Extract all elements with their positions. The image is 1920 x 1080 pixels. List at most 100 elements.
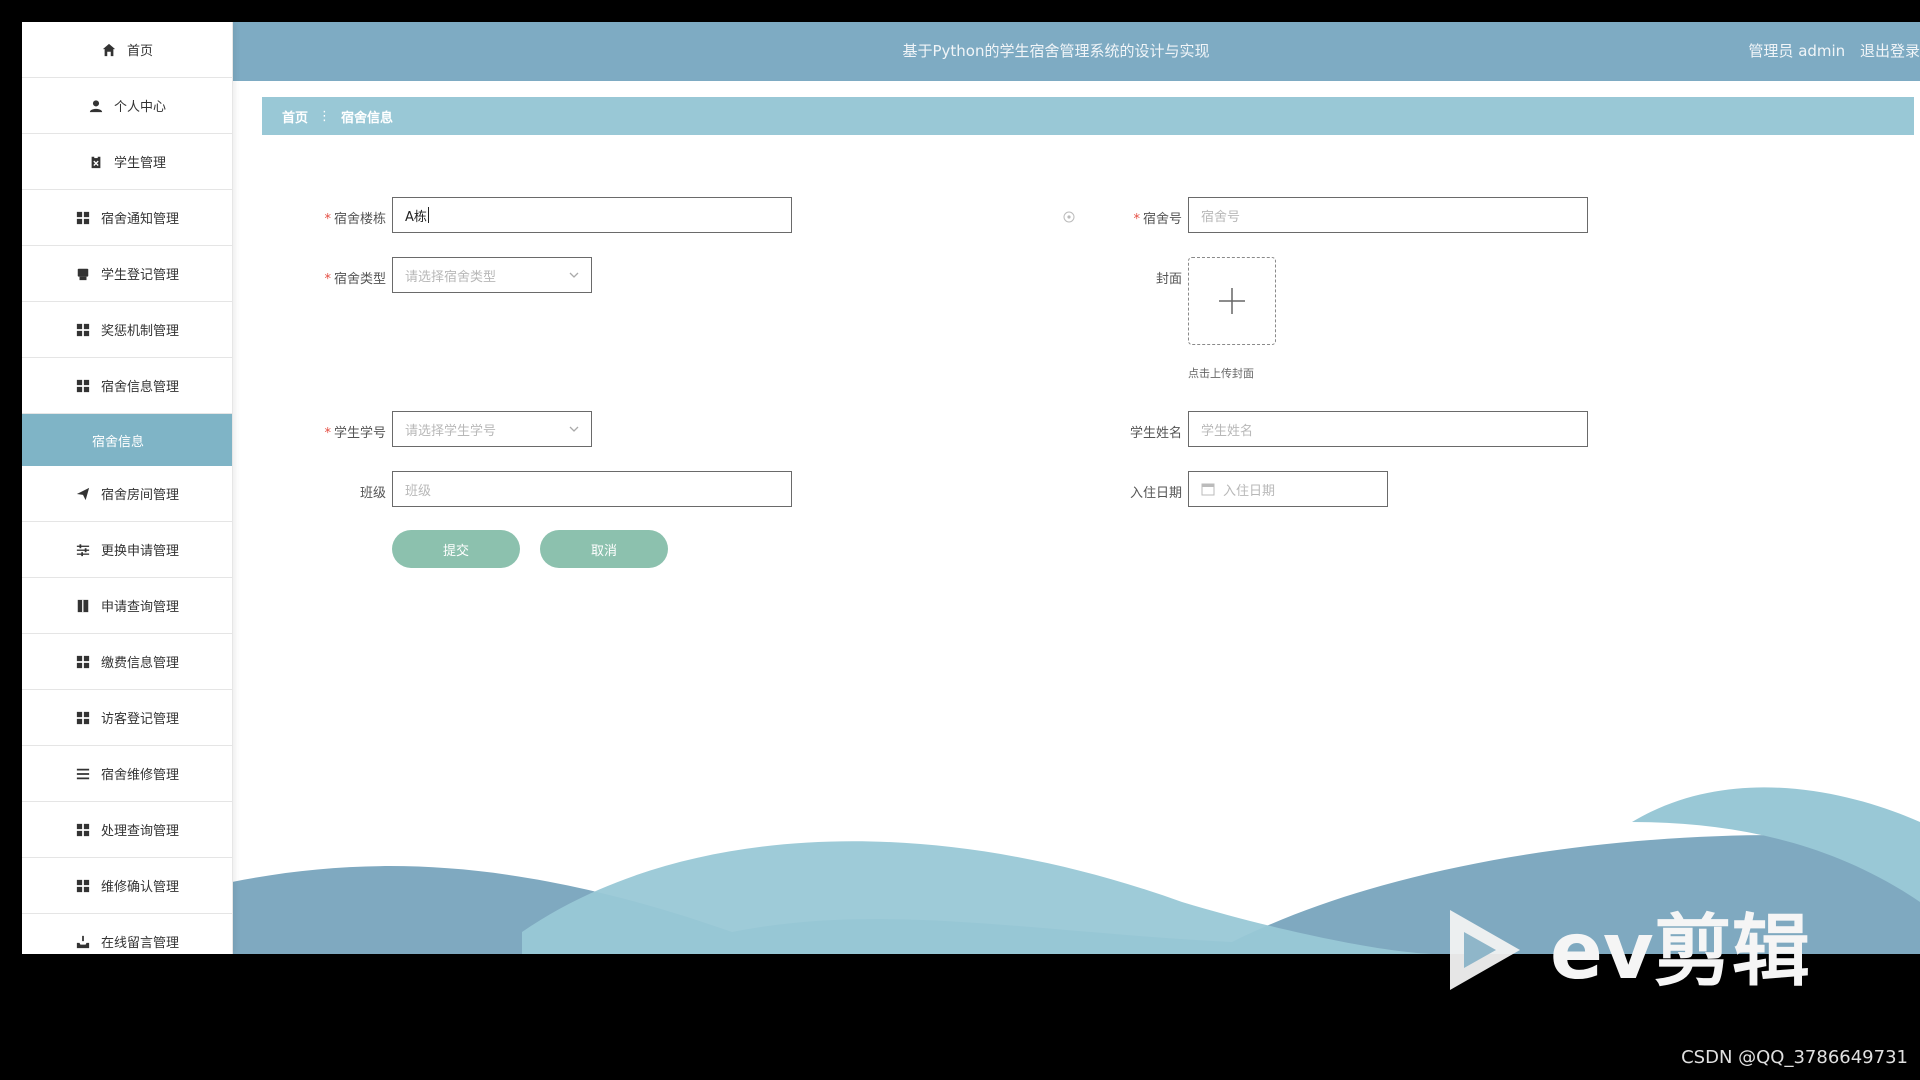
breadcrumb-home[interactable]: 首页 [282, 107, 308, 126]
checkin-date-placeholder: 入住日期 [1223, 483, 1276, 499]
cover-upload-tip: 点击上传封面 [1188, 367, 1254, 380]
cover-label-text: 封面 [1155, 272, 1182, 287]
sidebar: 首页 个人中心 学生管理 宿舍通知管理 学生登记管理 奖惩机制管理 宿舍信息管理… [22, 22, 233, 954]
student-name-placeholder: 学生姓名 [1201, 423, 1254, 439]
sidebar-item-label: 学生登记管理 [100, 268, 179, 283]
sidebar-item-visitors[interactable]: 访客登记管理 [22, 690, 232, 746]
student-name-label-text: 学生姓名 [1129, 426, 1182, 441]
cancel-button[interactable]: 取消 [540, 530, 668, 568]
room-no-placeholder: 宿舍号 [1201, 209, 1241, 225]
sidebar-item-label: 个人中心 [113, 100, 166, 115]
room-type-placeholder: 请选择宿舍类型 [405, 269, 497, 285]
sidebar-item-label: 宿舍信息管理 [100, 380, 179, 395]
sidebar-subitem-dorm-info[interactable]: 宿舍信息 [22, 414, 232, 466]
sidebar-item-processing-query[interactable]: 处理查询管理 [22, 802, 232, 858]
book-icon [75, 598, 91, 614]
sidebar-item-rewards[interactable]: 奖惩机制管理 [22, 302, 232, 358]
class-input[interactable]: 班级 [392, 471, 792, 507]
inbox-icon [75, 934, 91, 950]
sidebar-item-label: 宿舍信息 [91, 434, 144, 450]
room-type-label-text: 宿舍类型 [333, 272, 386, 287]
sidebar-item-label: 维修确认管理 [100, 880, 179, 895]
chevron-down-icon [569, 272, 579, 278]
student-id-label-text: 学生学号 [333, 426, 386, 441]
building-value: A栋 [405, 209, 427, 225]
sidebar-item-label: 更换申请管理 [100, 544, 179, 559]
sidebar-item-messages[interactable]: 在线留言管理 [22, 914, 232, 954]
student-name-input[interactable]: 学生姓名 [1188, 411, 1588, 447]
sidebar-item-label: 宿舍维修管理 [100, 768, 179, 783]
sidebar-item-label: 奖惩机制管理 [100, 324, 179, 339]
class-label: 班级 [266, 482, 386, 501]
breadcrumb-current: 宿舍信息 [341, 110, 394, 126]
sidebar-item-label: 访客登记管理 [100, 712, 179, 727]
sidebar-item-label: 宿舍房间管理 [100, 488, 179, 503]
class-label-text: 班级 [359, 486, 386, 501]
building-label: * 宿舍楼栋 [266, 208, 386, 227]
grid-icon [75, 654, 91, 670]
sidebar-item-request-query[interactable]: 申请查询管理 [22, 578, 232, 634]
sidebar-item-change-requests[interactable]: 更换申请管理 [22, 522, 232, 578]
student-id-label: * 学生学号 [266, 422, 386, 441]
student-id-select[interactable]: 请选择学生学号 [392, 411, 592, 447]
room-no-label-text: 宿舍号 [1142, 212, 1182, 227]
header-user-area: 管理员 admin 退出登录 [1738, 22, 1920, 81]
room-no-label: * 宿舍号 [1062, 208, 1182, 227]
checkin-date-label-text: 入住日期 [1129, 486, 1182, 501]
sidebar-item-registration[interactable]: 学生登记管理 [22, 246, 232, 302]
required-mark: * [324, 426, 331, 441]
sidebar-item-rooms[interactable]: 宿舍房间管理 [22, 466, 232, 522]
sidebar-item-label: 缴费信息管理 [100, 656, 179, 671]
sidebar-item-students[interactable]: 学生管理 [22, 134, 232, 190]
class-placeholder: 班级 [405, 483, 432, 499]
clipboard-icon [88, 154, 104, 170]
grid-icon [75, 210, 91, 226]
breadcrumb: 首页 ⋮ 宿舍信息 [262, 97, 1914, 135]
required-mark: * [1133, 212, 1140, 227]
checkin-date-label: 入住日期 [1062, 482, 1182, 501]
plus-icon [1219, 288, 1245, 314]
cover-label: 封面 [1062, 268, 1182, 287]
room-type-select[interactable]: 请选择宿舍类型 [392, 257, 592, 293]
sidebar-item-payments[interactable]: 缴费信息管理 [22, 634, 232, 690]
grid-icon [75, 322, 91, 338]
logout-link[interactable]: 退出登录 [1860, 42, 1920, 60]
chevron-down-icon [569, 426, 579, 432]
building-label-text: 宿舍楼栋 [333, 212, 386, 227]
checkin-date-input[interactable]: 入住日期 [1188, 471, 1388, 507]
admin-label: 管理员 admin [1748, 42, 1846, 60]
sidebar-item-profile[interactable]: 个人中心 [22, 78, 232, 134]
app-window: 首页 个人中心 学生管理 宿舍通知管理 学生登记管理 奖惩机制管理 宿舍信息管理… [22, 22, 1920, 954]
breadcrumb-separator: ⋮ [318, 108, 332, 124]
user-icon [88, 98, 104, 114]
sidebar-item-home[interactable]: 首页 [22, 22, 232, 78]
sidebar-item-dorm-info-mgmt[interactable]: 宿舍信息管理 [22, 358, 232, 414]
room-no-input[interactable]: 宿舍号 [1188, 197, 1588, 233]
home-icon [101, 42, 117, 58]
submit-button[interactable]: 提交 [392, 530, 520, 568]
cover-upload[interactable] [1188, 257, 1276, 345]
list-icon [75, 766, 91, 782]
sliders-icon [75, 542, 91, 558]
building-input[interactable]: A栋 [392, 197, 792, 233]
text-caret [427, 207, 429, 223]
sidebar-item-label: 学生管理 [113, 156, 166, 171]
sidebar-item-label: 处理查询管理 [100, 824, 179, 839]
watermark-text: ev剪辑 [1550, 907, 1810, 997]
student-name-label: 学生姓名 [1062, 422, 1182, 441]
grid-icon [75, 710, 91, 726]
required-mark: * [324, 272, 331, 287]
csdn-credit: CSDN @QQ_3786649731 [1681, 1047, 1908, 1068]
student-id-placeholder: 请选择学生学号 [405, 423, 497, 439]
grid-icon [75, 878, 91, 894]
calendar-icon [1201, 483, 1215, 496]
grid-icon [75, 822, 91, 838]
sidebar-item-repairs[interactable]: 宿舍维修管理 [22, 746, 232, 802]
sidebar-item-label: 在线留言管理 [100, 936, 179, 951]
sidebar-item-repair-confirm[interactable]: 维修确认管理 [22, 858, 232, 914]
sidebar-item-notice[interactable]: 宿舍通知管理 [22, 190, 232, 246]
printer-icon [75, 266, 91, 282]
sidebar-item-label: 申请查询管理 [100, 600, 179, 615]
grid-icon [75, 378, 91, 394]
send-icon [75, 486, 91, 502]
